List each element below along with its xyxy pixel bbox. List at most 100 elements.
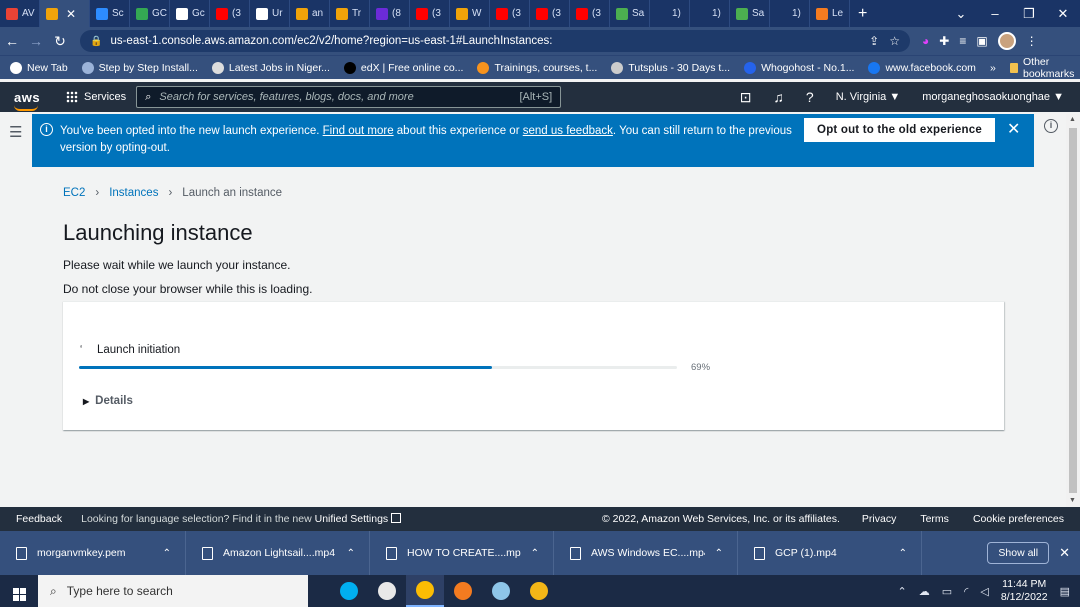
- details-expander[interactable]: ▶ Details: [83, 395, 133, 407]
- opt-out-button[interactable]: Opt out to the old experience: [804, 118, 995, 142]
- clock[interactable]: 11:44 PM 8/12/2022: [1001, 578, 1048, 604]
- account-menu[interactable]: morganeghosaokuonghae ▼: [922, 91, 1064, 103]
- browser-tab[interactable]: (3: [410, 0, 450, 27]
- browser-tab[interactable]: 1): [690, 0, 730, 27]
- start-button[interactable]: [0, 581, 38, 601]
- browser-tab[interactable]: Tr: [330, 0, 370, 27]
- volume-icon[interactable]: ◁: [980, 585, 988, 598]
- browser-tab[interactable]: Sa: [610, 0, 650, 27]
- chevron-up-icon[interactable]: ⌃: [531, 548, 553, 559]
- help-icon[interactable]: ?: [806, 89, 814, 105]
- find-out-more-link[interactable]: Find out more: [323, 125, 394, 137]
- feedback-link[interactable]: Feedback: [16, 513, 62, 525]
- aws-search-input[interactable]: [159, 91, 500, 103]
- browser-tab[interactable]: (3: [210, 0, 250, 27]
- browser-tab[interactable]: (3: [570, 0, 610, 27]
- aws-search-box[interactable]: ⌕ [Alt+S]: [136, 86, 562, 108]
- taskbar-search[interactable]: ⌕ Type here to search: [38, 575, 308, 607]
- notifications-bell-icon[interactable]: ♫: [773, 89, 784, 105]
- browser-tab[interactable]: (3: [490, 0, 530, 27]
- bookmark-item[interactable]: edX | Free online co...: [343, 61, 463, 74]
- browser-tab[interactable]: (3: [530, 0, 570, 27]
- chevron-up-icon[interactable]: ⌃: [347, 548, 369, 559]
- close-tab-icon[interactable]: ✕: [66, 7, 76, 21]
- download-item[interactable]: Amazon Lightsail....mp4 ⌃: [186, 531, 370, 575]
- profile-avatar[interactable]: [997, 32, 1016, 50]
- bookmark-item[interactable]: Tutsplus - 30 Days t...: [611, 61, 730, 74]
- url-input[interactable]: 🔒 us-east-1.console.aws.amazon.com/ec2/v…: [80, 30, 910, 52]
- taskbar-app-lock-app[interactable]: [520, 575, 558, 607]
- browser-tab[interactable]: Sa: [730, 0, 770, 27]
- close-downloads-icon[interactable]: ✕: [1059, 545, 1070, 561]
- download-item[interactable]: AWS Windows EC....mp4 ⌃: [554, 531, 738, 575]
- info-panel-icon[interactable]: i: [1044, 119, 1058, 133]
- browser-tab[interactable]: Le: [810, 0, 850, 27]
- show-all-downloads-button[interactable]: Show all: [987, 542, 1050, 564]
- chrome-menu-icon[interactable]: ⋮: [1026, 34, 1038, 48]
- browser-tab[interactable]: (8: [370, 0, 410, 27]
- scrollbar-thumb[interactable]: [1069, 128, 1077, 493]
- bookmark-item[interactable]: New Tab: [10, 61, 68, 74]
- back-button[interactable]: ←: [0, 33, 24, 49]
- wifi-icon[interactable]: ◜: [964, 585, 968, 598]
- privacy-link[interactable]: Privacy: [862, 513, 896, 525]
- forward-button[interactable]: →: [24, 33, 48, 49]
- services-menu-button[interactable]: Services: [50, 91, 136, 103]
- bookmark-star-icon[interactable]: ☆: [889, 34, 900, 48]
- download-item[interactable]: HOW TO CREATE....mp4 ⌃: [370, 531, 554, 575]
- page-scrollbar[interactable]: ▲ ▼: [1066, 114, 1080, 507]
- bookmark-item[interactable]: Whogohost - No.1...: [744, 61, 854, 74]
- browser-tab[interactable]: ✕: [40, 0, 90, 27]
- scroll-down-icon[interactable]: ▼: [1069, 497, 1076, 504]
- browser-tab[interactable]: GC: [130, 0, 170, 27]
- reading-list-icon[interactable]: ≡: [959, 34, 966, 48]
- chevron-up-icon[interactable]: ⌃: [899, 548, 921, 559]
- region-selector[interactable]: N. Virginia ▼: [836, 91, 901, 103]
- side-nav-toggle-icon[interactable]: ☰: [9, 123, 22, 141]
- minimize-button[interactable]: –: [978, 6, 1012, 22]
- taskbar-app-skype[interactable]: [330, 575, 368, 607]
- download-item[interactable]: morganvmkey.pem ⌃: [0, 531, 186, 575]
- send-feedback-link[interactable]: send us feedback: [523, 125, 613, 137]
- bookmark-item[interactable]: www.facebook.com: [868, 61, 976, 74]
- browser-tab[interactable]: AV: [0, 0, 40, 27]
- chevron-up-icon[interactable]: ⌃: [715, 548, 737, 559]
- bookmark-item[interactable]: Latest Jobs in Niger...: [211, 61, 330, 74]
- notifications-icon[interactable]: ▤: [1060, 585, 1070, 598]
- cookie-preferences-link[interactable]: Cookie preferences: [973, 513, 1064, 525]
- taskbar-app-notes[interactable]: [482, 575, 520, 607]
- display-icon[interactable]: ▭: [942, 585, 952, 598]
- bookmarks-overflow-button[interactable]: »: [990, 62, 996, 74]
- browser-tab[interactable]: an: [290, 0, 330, 27]
- taskbar-app-chrome-profile[interactable]: [368, 575, 406, 607]
- terms-link[interactable]: Terms: [920, 513, 949, 525]
- taskbar-app-vlc[interactable]: [444, 575, 482, 607]
- browser-tab[interactable]: W: [450, 0, 490, 27]
- reload-button[interactable]: ↻: [48, 33, 72, 50]
- bookmark-item[interactable]: Trainings, courses, t...: [477, 61, 597, 74]
- browser-tab[interactable]: Sc: [90, 0, 130, 27]
- other-bookmarks[interactable]: Other bookmarks: [1009, 56, 1080, 80]
- close-window-button[interactable]: ✕: [1046, 6, 1080, 22]
- new-tab-button[interactable]: +: [850, 5, 875, 23]
- browser-tab[interactable]: 1): [770, 0, 810, 27]
- taskbar-app-chrome[interactable]: [406, 575, 444, 607]
- extensions-puzzle-icon[interactable]: ✚: [939, 34, 949, 48]
- download-item[interactable]: GCP (1).mp4 ⌃: [738, 531, 922, 575]
- browser-tab[interactable]: Gc: [170, 0, 210, 27]
- restore-button[interactable]: ❐: [1012, 6, 1046, 22]
- bookmark-item[interactable]: Step by Step Install...: [81, 61, 198, 74]
- unified-settings-link[interactable]: Unified Settings: [315, 513, 389, 525]
- color-extension-icon[interactable]: ◕: [922, 34, 929, 48]
- side-panel-icon[interactable]: ▣: [976, 34, 987, 48]
- breadcrumb-ec2[interactable]: EC2: [63, 187, 85, 199]
- onedrive-icon[interactable]: ☁: [919, 585, 930, 598]
- chevron-up-icon[interactable]: ⌃: [163, 548, 185, 559]
- dismiss-flash-icon[interactable]: ✕: [1007, 119, 1020, 139]
- aws-logo[interactable]: aws: [0, 90, 50, 111]
- breadcrumb-instances[interactable]: Instances: [109, 187, 158, 199]
- browser-tab[interactable]: Ur: [250, 0, 290, 27]
- tab-search-icon[interactable]: ⌄: [944, 6, 978, 22]
- scroll-up-icon[interactable]: ▲: [1069, 116, 1076, 123]
- chevron-up-icon[interactable]: ⌃: [898, 585, 907, 598]
